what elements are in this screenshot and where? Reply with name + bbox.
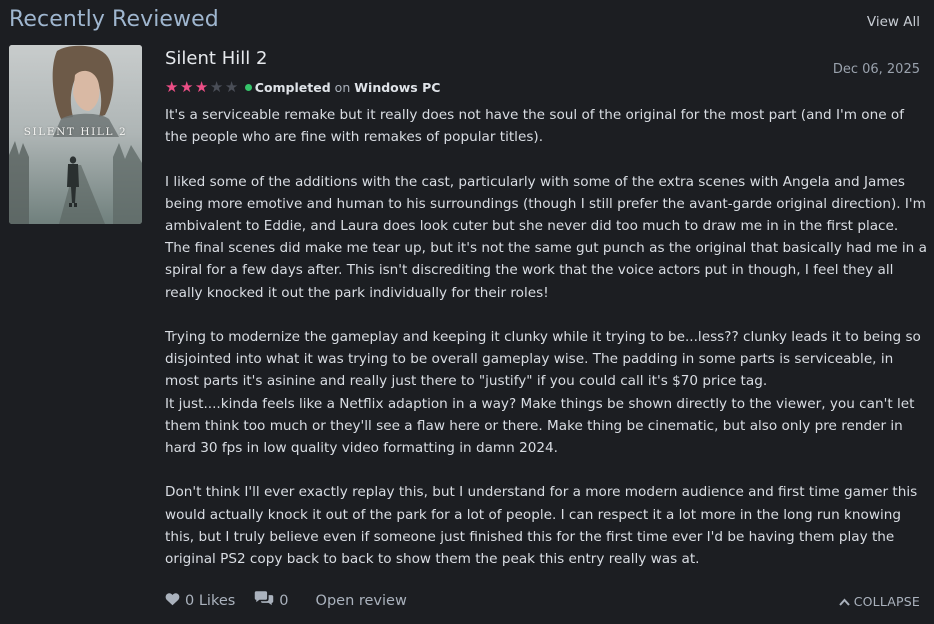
star-icon: ★	[179, 77, 194, 96]
game-cover[interactable]: SILENT HILL 2	[9, 45, 142, 224]
play-status: Completed	[254, 79, 331, 95]
review-paragraph: Don't think I'll ever exactly replay thi…	[165, 484, 918, 568]
star-empty-icon: ★	[209, 77, 224, 96]
review-meta: ★ ★ ★ ★ ★ Completed on Windows PC	[165, 78, 440, 96]
collapse-label: COLLAPSE	[853, 593, 920, 609]
section-title: Recently Reviewed	[9, 7, 219, 32]
heart-icon	[165, 592, 180, 610]
game-title[interactable]: Silent Hill 2	[165, 48, 267, 69]
section-header: Recently Reviewed View All	[0, 0, 934, 42]
review-paragraph: I liked some of the additions with the c…	[165, 173, 927, 301]
review-date: Dec 06, 2025	[832, 62, 920, 77]
star-icon: ★	[165, 77, 179, 96]
review-footer: 0 Likes 0 Open review COLLAPSE	[165, 590, 920, 612]
open-review-link[interactable]: Open review	[316, 593, 407, 609]
status-dot-icon	[244, 83, 252, 91]
like-button[interactable]: 0 Likes	[165, 592, 235, 610]
comments-button[interactable]: 0	[254, 591, 289, 611]
platform-prefix: on	[334, 79, 351, 95]
cover-title-text: SILENT HILL 2	[23, 126, 128, 138]
comments-icon	[254, 591, 274, 611]
comments-count: 0	[279, 593, 289, 609]
review-paragraph: Trying to modernize the gameplay and kee…	[165, 329, 921, 390]
review-paragraph: It's a serviceable remake but it really …	[165, 107, 905, 146]
view-all-link[interactable]: View All	[867, 14, 920, 30]
star-icon: ★	[194, 77, 209, 96]
likes-count: 0 Likes	[185, 593, 236, 609]
chevron-up-icon	[838, 594, 850, 609]
review-body: It's a serviceable remake but it really …	[165, 104, 927, 592]
collapse-button[interactable]: COLLAPSE	[838, 593, 920, 609]
star-empty-icon: ★	[224, 77, 239, 96]
review-paragraph: It just....kinda feels like a Netflix ad…	[165, 395, 915, 457]
platform: Windows PC	[354, 79, 441, 95]
